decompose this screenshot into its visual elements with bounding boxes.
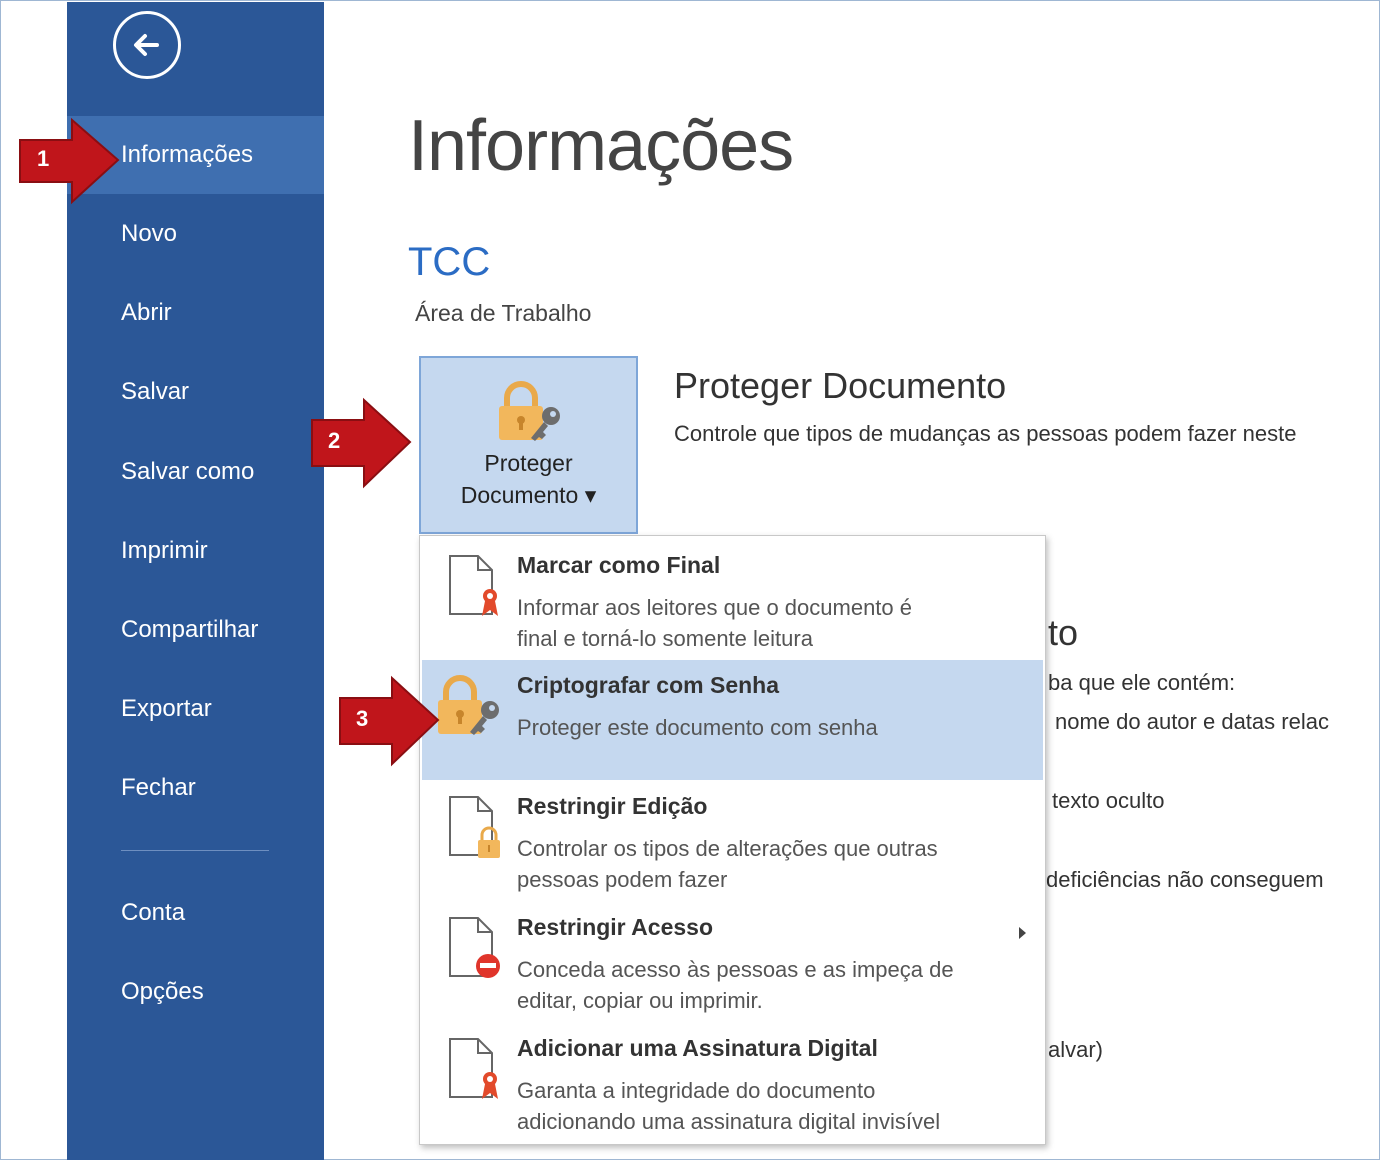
nav-item-compartilhar[interactable]: Compartilhar [67, 591, 324, 669]
document-path[interactable]: Área de Trabalho [415, 300, 591, 327]
nav-item-fechar[interactable]: Fechar [67, 749, 324, 827]
protect-section-description: Controle que tipos de mudanças as pessoa… [674, 421, 1297, 446]
menu-item-title: Restringir Edição [517, 793, 708, 819]
callout-number: 1 [37, 146, 50, 171]
submenu-arrow-icon [1018, 926, 1028, 945]
nav-item-conta[interactable]: Conta [67, 874, 324, 952]
back-button[interactable] [113, 11, 181, 79]
nav-item-imprimir[interactable]: Imprimir [67, 512, 324, 590]
document-name: TCC [408, 240, 491, 284]
nav-item-salvar-como[interactable]: Salvar como [67, 433, 324, 511]
menu-item-restrict-editing[interactable]: Restringir Edição Controlar os tipos de … [422, 781, 1043, 901]
menu-item-description: pessoas podem fazer [517, 867, 728, 892]
menu-item-description: Informar aos leitores que o documento é [517, 595, 913, 620]
nav-item-abrir[interactable]: Abrir [67, 274, 324, 352]
menu-item-add-digital-signature[interactable]: Adicionar uma Assinatura Digital Garanta… [422, 1023, 1043, 1143]
inspect-section-title-fragment: to [1048, 612, 1079, 653]
callout-arrow-3: 3 [334, 674, 444, 775]
menu-item-title: Marcar como Final [517, 552, 721, 578]
lock-key-icon [436, 674, 506, 743]
menu-item-description: adicionando uma assinatura digital invis… [517, 1109, 941, 1134]
callout-arrow-1: 1 [14, 116, 124, 211]
nav-item-exportar[interactable]: Exportar [67, 670, 324, 748]
menu-item-description: Garanta a integridade do documento [517, 1078, 876, 1103]
document-lock-icon [446, 795, 502, 866]
background-text-fragment: deficiências não conseguem [1046, 867, 1324, 892]
menu-item-description: editar, copiar ou imprimir. [517, 988, 763, 1013]
protect-section-title: Proteger Documento [674, 365, 1007, 406]
menu-item-description: final e torná-lo somente leitura [517, 626, 813, 651]
lock-key-icon [497, 380, 567, 449]
menu-item-title: Criptografar com Senha [517, 672, 779, 698]
background-text-fragment: alvar) [1048, 1037, 1104, 1062]
nav-divider [121, 850, 269, 851]
callout-number: 2 [328, 428, 341, 453]
menu-item-description: Conceda acesso às pessoas e as impeça de [517, 957, 954, 982]
protect-document-menu: Marcar como Final Informar aos leitores … [419, 535, 1046, 1145]
menu-item-title: Restringir Acesso [517, 914, 713, 940]
callout-arrow-2: 2 [306, 396, 416, 497]
background-text-fragment: ba que ele contém: [1048, 670, 1236, 695]
page-title: Informações [408, 106, 794, 186]
nav-item-salvar[interactable]: Salvar [67, 353, 324, 431]
menu-item-restrict-access[interactable]: Restringir Acesso Conceda acesso às pess… [422, 902, 1043, 1022]
document-ribbon-icon [446, 1037, 502, 1108]
background-text-fragment: nome do autor e datas relac [1055, 709, 1329, 734]
document-block-icon [446, 916, 502, 987]
protect-document-button[interactable]: Proteger Documento ▾ [419, 356, 638, 534]
background-text-fragment: texto oculto [1052, 788, 1165, 813]
callout-number: 3 [356, 706, 369, 731]
protect-button-label-2: Documento ▾ [460, 482, 597, 508]
menu-item-description: Controlar os tipos de alterações que out… [517, 836, 938, 861]
nav-item-opcoes[interactable]: Opções [67, 953, 324, 1031]
menu-item-mark-as-final[interactable]: Marcar como Final Informar aos leitores … [422, 540, 1043, 660]
document-ribbon-icon [446, 554, 502, 625]
menu-item-title: Adicionar uma Assinatura Digital [517, 1035, 878, 1061]
menu-item-description: Proteger este documento com senha [517, 715, 878, 740]
menu-item-encrypt-with-password[interactable]: Criptografar com Senha Proteger este doc… [422, 660, 1043, 780]
protect-button-label-1: Proteger [484, 450, 573, 476]
